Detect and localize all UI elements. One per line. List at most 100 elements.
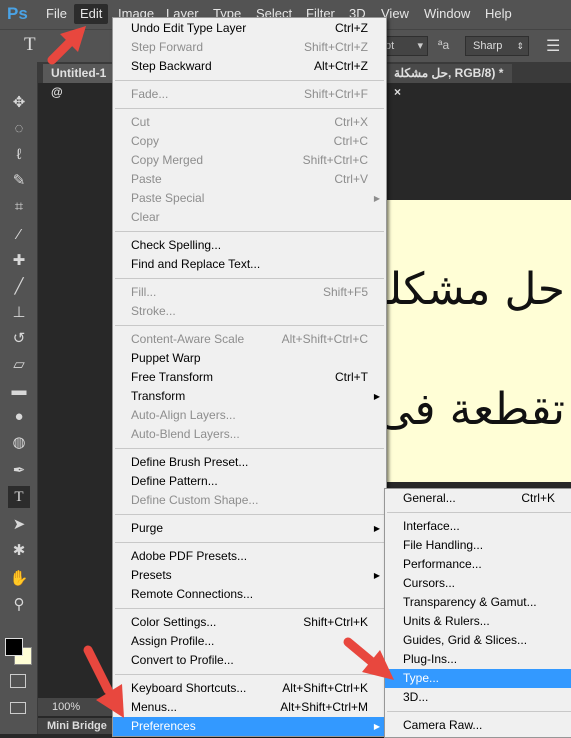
menu-item-label: 3D... (403, 690, 429, 704)
menu-item-plug-ins[interactable]: Plug-Ins... (385, 650, 571, 669)
menu-item-label: Menus... (131, 700, 178, 714)
gradient-icon[interactable]: ▬ (8, 380, 30, 402)
tools-panel: ✥ ◌ ℓ ✎ ⌗ ⁄ ✚ ╱ ⊥ ↺ ▱ ▬ ● ◍ ✒ T ➤ ✱ ✋ ⚲ (0, 62, 38, 734)
menu-item-find-and-replace-text[interactable]: Find and Replace Text... (113, 255, 386, 274)
menu-item-units-rulers[interactable]: Units & Rulers... (385, 612, 571, 631)
menu-item-label: Stroke... (131, 304, 176, 318)
type-icon[interactable]: T (8, 486, 30, 508)
screen-mode-icon[interactable] (10, 702, 26, 714)
menu-item-guides-grid-slices[interactable]: Guides, Grid & Slices... (385, 631, 571, 650)
brush-icon[interactable]: ╱ (8, 276, 30, 298)
menu-item-interface[interactable]: Interface... (385, 517, 571, 536)
quick-select-icon[interactable]: ✎ (8, 170, 30, 192)
menu-item-step-backward[interactable]: Step Backward Alt+Ctrl+Z (113, 57, 386, 76)
shape-icon[interactable]: ✱ (8, 540, 30, 562)
menu-separator (113, 444, 386, 453)
menu-item-keyboard-shortcuts[interactable]: Keyboard Shortcuts... Alt+Shift+Ctrl+K (113, 679, 386, 698)
menu-item-convert-to-profile[interactable]: Convert to Profile... (113, 651, 386, 670)
menu-item-shortcut: Shift+Ctrl+K (303, 615, 368, 629)
menu-item-define-brush-preset[interactable]: Define Brush Preset... (113, 453, 386, 472)
menu-item-label: Puppet Warp (131, 351, 201, 365)
crop-icon[interactable]: ⌗ (8, 196, 30, 218)
stamp-icon[interactable]: ⊥ (8, 302, 30, 324)
menu-item-fade[interactable]: Fade... Shift+Ctrl+F (113, 85, 386, 104)
menu-file[interactable]: File (40, 4, 73, 24)
menu-item-free-transform[interactable]: Free Transform Ctrl+T (113, 368, 386, 387)
menu-item-step-forward[interactable]: Step Forward Shift+Ctrl+Z (113, 38, 386, 57)
path-select-icon[interactable]: ➤ (8, 514, 30, 536)
menu-item-check-spelling[interactable]: Check Spelling... (113, 236, 386, 255)
type-tool-icon[interactable]: T (24, 34, 36, 56)
tab-document[interactable]: حل مشكلة, RGB/8) * × (386, 64, 512, 99)
menu-item-type[interactable]: Type... (385, 669, 571, 688)
menu-item-presets[interactable]: Presets ▶ (113, 566, 386, 585)
menu-item-general[interactable]: General... Ctrl+K (385, 489, 571, 508)
close-icon[interactable]: × (394, 85, 401, 99)
menu-item-transform[interactable]: Transform ▶ (113, 387, 386, 406)
blur-icon[interactable]: ● (8, 406, 30, 428)
menu-item-remote-connections[interactable]: Remote Connections... (113, 585, 386, 604)
mini-bridge-tab[interactable]: Mini Bridge (38, 718, 112, 734)
menu-item-paste[interactable]: Paste Ctrl+V (113, 170, 386, 189)
submenu-arrow-icon: ▶ (373, 392, 380, 401)
menu-item-transparency-gamut[interactable]: Transparency & Gamut... (385, 593, 571, 612)
menu-separator (113, 104, 386, 113)
menu-item-define-pattern[interactable]: Define Pattern... (113, 472, 386, 491)
menu-item-copy[interactable]: Copy Ctrl+C (113, 132, 386, 151)
menu-item-shortcut: Ctrl+T (335, 370, 368, 384)
size-unit-dropdown[interactable]: pt ▾ (382, 36, 428, 56)
tab-untitled-1[interactable]: Untitled-1 @ (43, 64, 123, 99)
menu-item-performance[interactable]: Performance... (385, 555, 571, 574)
history-brush-icon[interactable]: ↺ (8, 328, 30, 350)
submenu-arrow-icon: ▶ (373, 571, 380, 580)
menu-item-cursors[interactable]: Cursors... (385, 574, 571, 593)
menu-item-undo-edit-type-layer[interactable]: Undo Edit Type Layer Ctrl+Z (113, 19, 386, 38)
menu-item-content-aware-scale[interactable]: Content-Aware Scale Alt+Shift+Ctrl+C (113, 330, 386, 349)
zoom-level[interactable]: 100% (38, 698, 112, 716)
dodge-icon[interactable]: ◍ (8, 432, 30, 454)
menu-item-file-handling[interactable]: File Handling... (385, 536, 571, 555)
eyedropper-icon[interactable]: ⁄ (8, 224, 30, 246)
menu-edit[interactable]: Edit (74, 4, 109, 24)
healing-icon[interactable]: ✚ (8, 250, 30, 272)
zoom-icon[interactable]: ⚲ (8, 594, 30, 616)
hand-icon[interactable]: ✋ (8, 568, 30, 590)
menu-item-stroke[interactable]: Stroke... (113, 302, 386, 321)
menu-item-cut[interactable]: Cut Ctrl+X (113, 113, 386, 132)
eraser-icon[interactable]: ▱ (8, 354, 30, 376)
align-left-icon[interactable]: ☰ (546, 36, 560, 56)
antialias-dropdown[interactable]: Sharp ⇕ (465, 36, 529, 56)
pen-icon[interactable]: ✒ (8, 460, 30, 482)
menu-separator (113, 510, 386, 519)
marquee-icon[interactable]: ◌ (8, 118, 30, 140)
menu-window[interactable]: Window (418, 4, 476, 24)
menu-item-label: Auto-Align Layers... (131, 408, 236, 422)
menu-separator (113, 538, 386, 547)
menu-item-shortcut: Ctrl+X (334, 115, 368, 129)
menu-item-auto-align-layers[interactable]: Auto-Align Layers... (113, 406, 386, 425)
menu-item-color-settings[interactable]: Color Settings... Shift+Ctrl+K (113, 613, 386, 632)
menu-item-paste-special[interactable]: Paste Special ▶ (113, 189, 386, 208)
menu-item-puppet-warp[interactable]: Puppet Warp (113, 349, 386, 368)
menu-item-assign-profile[interactable]: Assign Profile... (113, 632, 386, 651)
menu-item-define-custom-shape[interactable]: Define Custom Shape... (113, 491, 386, 510)
menu-item-3d[interactable]: 3D... (385, 688, 571, 707)
menu-item-camera-raw[interactable]: Camera Raw... (385, 716, 571, 735)
menu-help[interactable]: Help (479, 4, 518, 24)
menu-item-copy-merged[interactable]: Copy Merged Shift+Ctrl+C (113, 151, 386, 170)
lasso-icon[interactable]: ℓ (8, 144, 30, 166)
quick-mask-icon[interactable] (10, 674, 26, 688)
menu-item-auto-blend-layers[interactable]: Auto-Blend Layers... (113, 425, 386, 444)
menu-item-clear[interactable]: Clear (113, 208, 386, 227)
menu-item-menus[interactable]: Menus... Alt+Shift+Ctrl+M (113, 698, 386, 717)
menu-item-fill[interactable]: Fill... Shift+F5 (113, 283, 386, 302)
menu-item-label: Paste Special (131, 191, 205, 205)
move-icon[interactable]: ✥ (8, 92, 30, 114)
menu-item-preferences[interactable]: Preferences ▶ (113, 717, 386, 736)
swatch-foreground[interactable] (5, 638, 23, 656)
menu-item-purge[interactable]: Purge ▶ (113, 519, 386, 538)
tab-document-label: حل مشكلة, RGB/8) * (394, 66, 504, 80)
menu-item-adobe-pdf-presets[interactable]: Adobe PDF Presets... (113, 547, 386, 566)
menu-item-label: Step Backward (131, 59, 212, 73)
menu-item-label: Cut (131, 115, 150, 129)
